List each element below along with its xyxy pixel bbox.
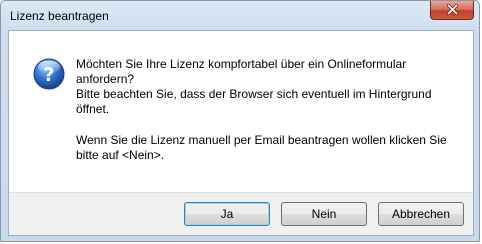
yes-button[interactable]: Ja — [184, 202, 270, 226]
cancel-button[interactable]: Abbrechen — [378, 202, 464, 226]
message-line: Bitte beachten Sie, dass der Browser sic… — [76, 87, 432, 101]
window-title: Lizenz beantragen — [10, 9, 109, 23]
close-icon — [447, 4, 458, 15]
question-icon: ? — [33, 58, 65, 90]
button-bar: Ja Nein Abbrechen — [9, 192, 473, 235]
dialog-window: Lizenz beantragen ? Möchten Sie Ihre Liz… — [0, 0, 480, 242]
dialog-message: Möchten Sie Ihre Lizenz kompfortabel übe… — [76, 57, 466, 163]
message-line: bitte auf <Nein>. — [76, 148, 165, 162]
svg-text:?: ? — [43, 64, 54, 86]
message-line: öffnet. — [76, 102, 110, 116]
message-line: Möchten Sie Ihre Lizenz kompfortabel übe… — [76, 57, 407, 71]
title-bar[interactable]: Lizenz beantragen — [1, 1, 479, 31]
message-area: ? Möchten Sie Ihre Lizenz kompfortabel ü… — [9, 31, 473, 192]
message-line: anfordern? — [76, 72, 135, 86]
message-line: Wenn Sie die Lizenz manuell per Email be… — [76, 133, 447, 147]
close-button[interactable] — [430, 1, 474, 20]
no-button[interactable]: Nein — [281, 202, 367, 226]
dialog-client-area: ? Möchten Sie Ihre Lizenz kompfortabel ü… — [8, 30, 474, 236]
